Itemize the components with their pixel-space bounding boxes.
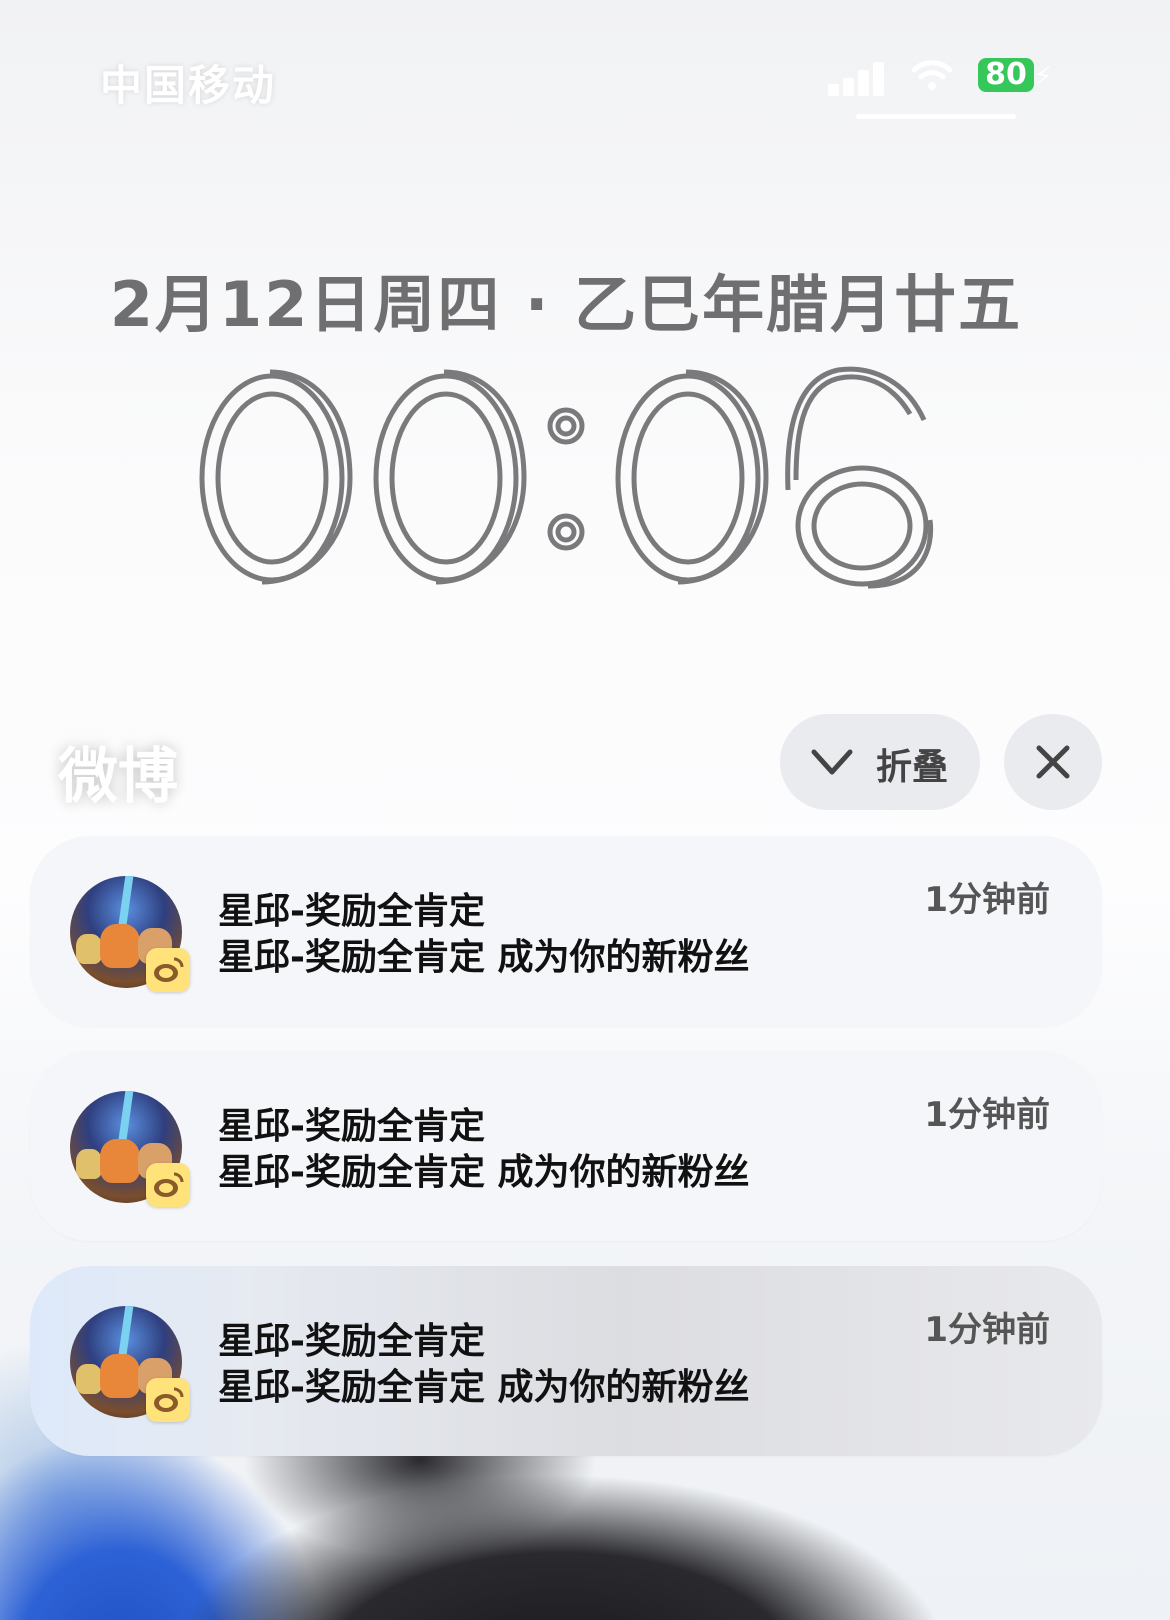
- collapse-label: 折叠: [876, 747, 949, 788]
- notification-card[interactable]: 星邱-奖励全肯定 星邱-奖励全肯定 成为你的新粉丝 1分钟前: [30, 836, 1102, 1026]
- notification-card[interactable]: 星邱-奖励全肯定 星邱-奖励全肯定 成为你的新粉丝 1分钟前: [30, 1051, 1102, 1241]
- clock-digits: [199, 366, 934, 589]
- notification-group-title: 微博: [58, 742, 178, 812]
- close-icon: [1036, 745, 1070, 779]
- chevron-down-icon: [811, 749, 853, 775]
- notification-time: 1分钟前: [924, 1310, 1050, 1350]
- notification-time: 1分钟前: [924, 880, 1050, 920]
- notification-body: 星邱-奖励全肯定 成为你的新粉丝: [218, 937, 750, 978]
- carrier-label: 中国移动: [100, 61, 277, 110]
- notification-card[interactable]: 星邱-奖励全肯定 星邱-奖励全肯定 成为你的新粉丝 1分钟前: [30, 1266, 1102, 1456]
- notification-title: 星邱-奖励全肯定: [218, 1106, 485, 1147]
- battery-icon: 80: [978, 58, 1034, 92]
- wifi-icon: [911, 60, 953, 90]
- notification-title: 星邱-奖励全肯定: [218, 1321, 485, 1362]
- weibo-app-icon: [146, 1378, 190, 1422]
- status-icons: 80 ⚡: [828, 54, 1058, 98]
- notification-body: 星邱-奖励全肯定 成为你的新粉丝: [218, 1367, 750, 1408]
- weibo-app-icon: [146, 948, 190, 992]
- notification-title: 星邱-奖励全肯定: [218, 891, 485, 932]
- charging-bolt-icon: ⚡: [1034, 62, 1053, 92]
- collapse-button[interactable]: 折叠: [780, 714, 980, 810]
- close-button[interactable]: [1004, 714, 1102, 810]
- weibo-app-icon: [146, 1163, 190, 1207]
- notification-time: 1分钟前: [924, 1095, 1050, 1135]
- signal-icon: [828, 60, 886, 96]
- status-underline: [856, 114, 1016, 119]
- lock-clock: [0, 330, 1132, 620]
- notification-body: 星邱-奖励全肯定 成为你的新粉丝: [218, 1152, 750, 1193]
